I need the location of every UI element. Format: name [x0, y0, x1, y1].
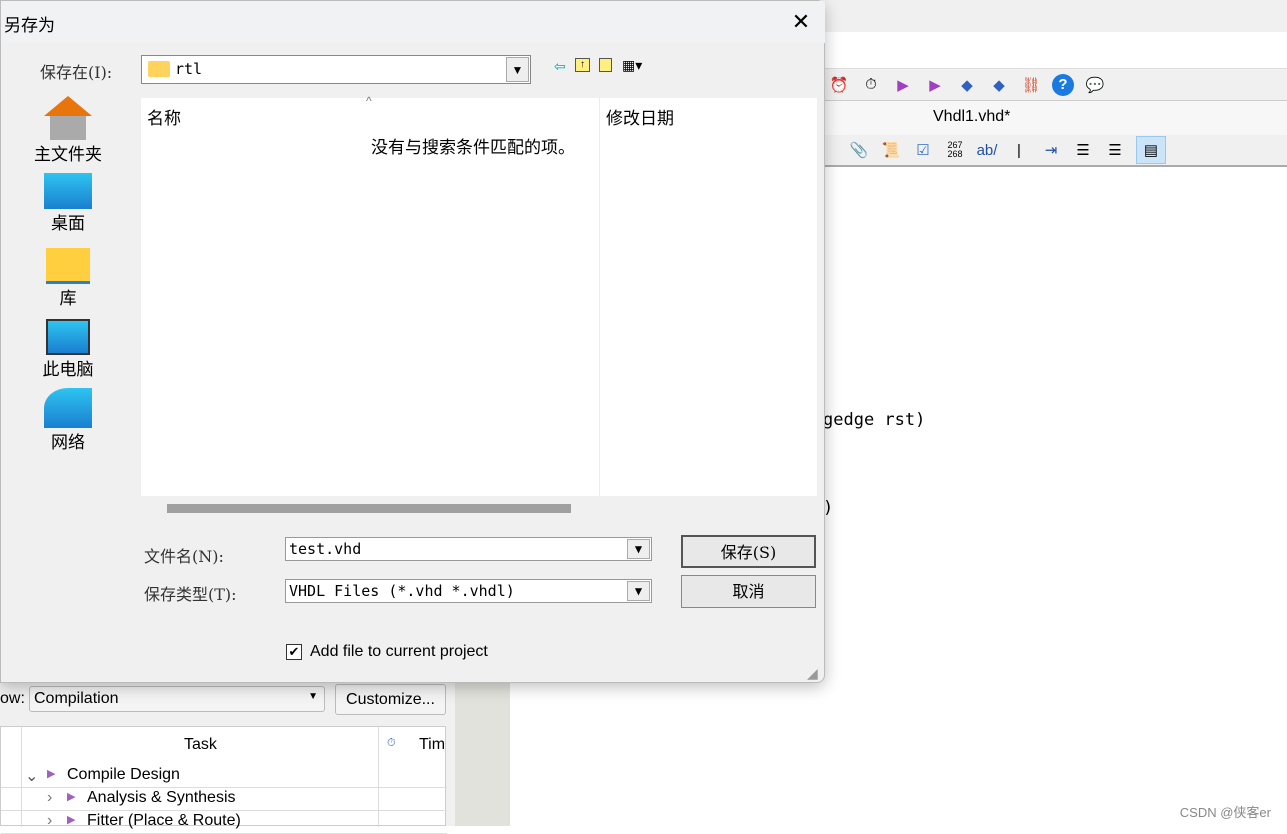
folder-icon — [148, 61, 170, 77]
filename-input[interactable]: test.vhd ▼ — [285, 537, 652, 561]
scroll-icon[interactable]: 📜 — [880, 139, 902, 161]
place-this-pc[interactable]: 此电脑 — [23, 319, 113, 380]
cancel-button[interactable]: 取消 — [681, 575, 816, 608]
add-to-project-label[interactable]: Add file to current project — [310, 643, 488, 661]
attach-icon[interactable]: 📎 — [848, 139, 870, 161]
programmer-icon[interactable]: ◆ — [956, 74, 978, 96]
view-icon[interactable]: ▤ — [1136, 136, 1166, 164]
save-in-label: 保存在(I): — [40, 63, 113, 82]
tasks-panel: ow: Compilation ▼ Customize... Task ⏱ Tim… — [0, 683, 455, 834]
place-desktop[interactable]: 桌面 — [23, 173, 113, 234]
location-select[interactable]: rtl ▼ — [141, 55, 531, 84]
clock-icon: ⏱ — [387, 737, 396, 749]
new-folder-icon[interactable] — [599, 58, 612, 72]
hierarchy-icon[interactable]: ⛓ — [1020, 74, 1042, 96]
help-icon[interactable]: ? — [1052, 73, 1074, 96]
comment-icon[interactable]: 💬 — [1084, 74, 1106, 96]
place-label: 主文件夹 — [34, 145, 102, 164]
editor-toolbar: 📎 📜 ☑ 267 268 ab/ | ⇥ ☰ ☰ ▤ — [820, 135, 1287, 167]
run-icon[interactable]: ▶ — [47, 767, 55, 780]
filename-label: 文件名(N): — [144, 547, 224, 566]
task-row[interactable]: › ▶ Fitter (Place & Route) — [1, 811, 447, 834]
library-icon — [46, 248, 90, 284]
filetype-select[interactable]: VHDL Files (*.vhd *.vhdl) ▼ — [285, 579, 652, 603]
location-value: rtl — [175, 60, 203, 78]
task-row[interactable]: › ▶ Analysis & Synthesis — [1, 788, 447, 811]
resize-grip-icon[interactable]: ◢ — [807, 665, 818, 682]
file-list[interactable]: ^ 名称 修改日期 没有与搜索条件匹配的项。 — [141, 94, 817, 496]
check-icon[interactable]: ☑ — [912, 139, 934, 161]
place-library[interactable]: 库 — [23, 248, 113, 309]
stopwatch-icon[interactable]: ⏱ — [860, 74, 882, 96]
save-as-dialog: 另存为 ✕ 保存在(I): rtl ▼ ⇦ ↑ ▦▾ 主文件夹 桌面 库 此电脑… — [0, 0, 825, 683]
dropdown-arrow-icon[interactable]: ▼ — [506, 57, 529, 82]
filetype-value: VHDL Files (*.vhd *.vhdl) — [289, 582, 515, 600]
timing-icon[interactable]: ⏰ — [828, 74, 850, 96]
filetype-label: 保存类型(T): — [144, 585, 237, 604]
empty-message: 没有与搜索条件匹配的项。 — [371, 138, 575, 157]
computer-icon — [46, 319, 90, 355]
editor-tab[interactable]: Vhdl1.vhd* — [933, 108, 1010, 126]
dropdown-arrow-icon[interactable]: ▼ — [627, 581, 650, 601]
place-label: 此电脑 — [42, 360, 94, 379]
place-home[interactable]: 主文件夹 — [23, 96, 113, 165]
sort-ascending-icon: ^ — [366, 94, 372, 108]
watermark: CSDN @侠客er — [1179, 805, 1271, 820]
column-header-task[interactable]: Task — [184, 736, 217, 754]
simulate-gate-icon[interactable]: ▶ — [924, 74, 946, 96]
horizontal-scrollbar[interactable] — [167, 504, 571, 513]
home-icon — [44, 96, 92, 116]
expand-chevron-icon[interactable]: › — [47, 812, 52, 830]
flow-select[interactable]: Compilation ▼ — [29, 686, 325, 712]
filename-value: test.vhd — [289, 540, 362, 558]
customize-button[interactable]: Customize... — [335, 684, 446, 715]
column-header-time[interactable]: Tim — [419, 736, 445, 754]
save-button[interactable]: 保存(S) — [681, 535, 816, 568]
code-line: gedge rst) — [823, 410, 926, 430]
chip-planner-icon[interactable]: ◆ — [988, 74, 1010, 96]
place-label: 库 — [59, 289, 77, 308]
task-label: Compile Design — [67, 766, 180, 783]
network-icon — [44, 388, 92, 428]
collapse-chevron-icon[interactable]: ⌄ — [25, 766, 38, 786]
task-label: Fitter (Place & Route) — [87, 812, 241, 829]
panel-splitter[interactable] — [455, 683, 510, 826]
view-menu-icon[interactable]: ▦▾ — [622, 57, 642, 74]
task-row[interactable]: ⌄ ▶ Compile Design — [1, 765, 447, 788]
run-icon[interactable]: ▶ — [67, 790, 75, 803]
add-to-project-checkbox[interactable]: ✔ — [286, 644, 302, 660]
dialog-title-bar: 另存为 ✕ — [1, 1, 825, 43]
cursor-icon[interactable]: | — [1008, 139, 1030, 161]
place-label: 桌面 — [51, 214, 85, 233]
column-header-date[interactable]: 修改日期 — [606, 104, 674, 129]
column-header-name[interactable]: 名称 — [147, 104, 181, 129]
align-icon[interactable]: ☰ — [1072, 139, 1094, 161]
line-numbers-icon[interactable]: 267 268 — [944, 139, 966, 161]
task-table: Task ⏱ Tim ⌄ ▶ Compile Design › ▶ Analysis &… — [0, 726, 447, 834]
up-folder-icon[interactable]: ↑ — [575, 58, 590, 72]
place-network[interactable]: 网络 — [23, 388, 113, 453]
place-label: 网络 — [51, 433, 85, 452]
find-replace-icon[interactable]: ab/ — [976, 139, 998, 161]
run-icon[interactable]: ▶ — [67, 813, 75, 826]
dialog-title: 另存为 — [4, 16, 55, 35]
flow-label: ow: — [0, 690, 25, 707]
editor-tab-bar: Vhdl1.vhd* — [820, 100, 1287, 135]
dropdown-arrow-icon[interactable]: ▼ — [627, 539, 650, 559]
indent-icon[interactable]: ⇥ — [1040, 139, 1062, 161]
main-toolbar: ⏰ ⏱ ▶ ▶ ◆ ◆ ⛓ ? 💬 — [820, 68, 1287, 100]
close-icon[interactable]: ✕ — [787, 9, 815, 35]
wrap-icon[interactable]: ☰ — [1104, 139, 1126, 161]
dropdown-arrow-icon: ▼ — [308, 691, 318, 702]
flow-value: Compilation — [34, 690, 119, 707]
task-label: Analysis & Synthesis — [87, 789, 236, 806]
back-icon[interactable]: ⇦ — [554, 58, 566, 75]
simulate-icon[interactable]: ▶ — [892, 74, 914, 96]
desktop-icon — [44, 173, 92, 209]
expand-chevron-icon[interactable]: › — [47, 789, 52, 807]
